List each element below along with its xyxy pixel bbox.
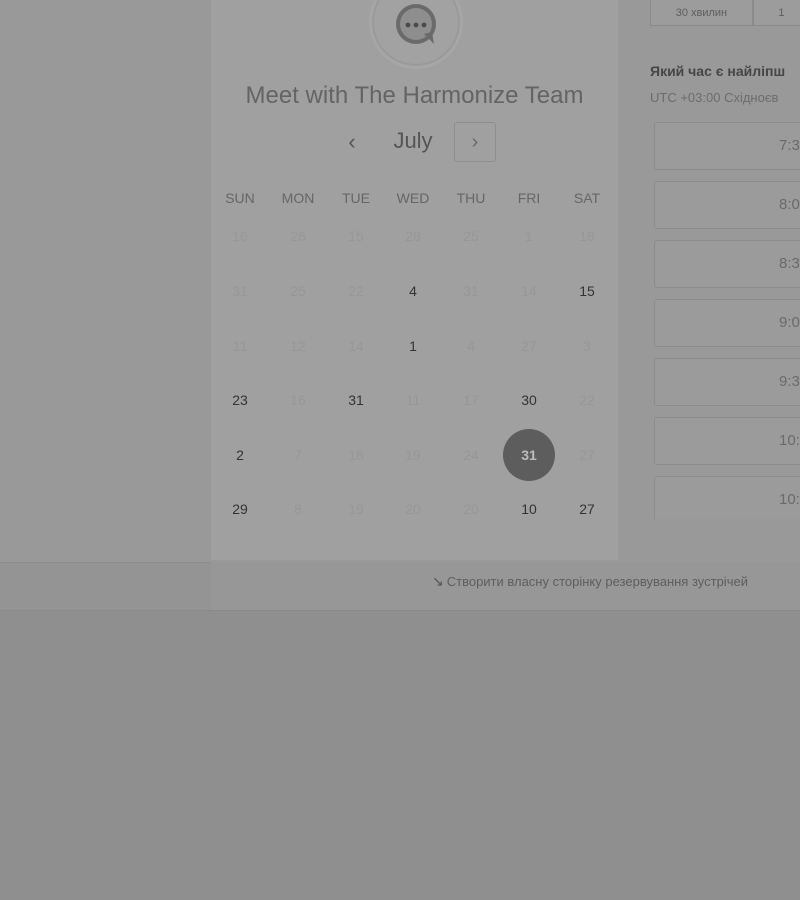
time-slot-label: 8:0	[779, 196, 800, 213]
timezone-selector[interactable]: UTC +03:00 Східноєв	[650, 90, 778, 105]
tab-duration-2[interactable]: 1	[752, 0, 800, 26]
time-slot-button[interactable]: 8:3	[654, 240, 800, 288]
available-day[interactable]: 1	[384, 331, 442, 361]
unavailable-day: 3	[583, 338, 591, 354]
unavailable-day: 4	[467, 338, 475, 354]
time-slot-button[interactable]: 8:0	[654, 181, 800, 229]
time-slot-button[interactable]: 7:3	[654, 122, 800, 170]
unavailable-day: 26	[290, 228, 306, 244]
unavailable-day: 15	[348, 228, 364, 244]
weekday-label: SUN	[225, 190, 255, 206]
available-day[interactable]: 27	[558, 494, 616, 524]
unavailable-day: 22	[579, 392, 595, 408]
time-slot-label: 9:0	[779, 314, 800, 331]
unavailable-day: 7	[294, 447, 302, 463]
time-slot-label: 10:	[779, 491, 800, 508]
unavailable-day: 11	[405, 392, 421, 408]
unavailable-day: 25	[463, 228, 479, 244]
available-day[interactable]: 29	[211, 494, 269, 524]
unavailable-day: 8	[294, 501, 302, 517]
unavailable-day: 17	[463, 392, 479, 408]
calendar-week-row: 16 26 15 28 25 1 18	[211, 221, 618, 251]
unavailable-day: 18	[348, 447, 364, 463]
time-slot-label: 9:3	[779, 373, 800, 390]
weekday-label: TUE	[342, 190, 370, 206]
unavailable-day: 20	[463, 501, 479, 517]
available-day[interactable]: 10	[500, 494, 558, 524]
time-slot-label: 10:	[779, 432, 800, 449]
calendar-week-row: 2 7 18 19 24 31 27	[211, 429, 618, 481]
footer-link-text: Створити власну сторінку резервування зу…	[446, 574, 748, 589]
unavailable-day: 19	[348, 501, 364, 517]
unavailable-day: 31	[463, 283, 479, 299]
calendar-week-row: 11 12 14 1 4 27 3	[211, 331, 618, 361]
time-question-heading: Який час є найліпш	[650, 63, 786, 79]
time-slot-button[interactable]: 9:3	[654, 358, 800, 406]
calendar-week-row: 29 8 19 20 20 10 27	[211, 494, 618, 524]
chat-bubble-icon	[396, 4, 436, 44]
unavailable-day: 27	[579, 447, 595, 463]
month-label: July	[393, 128, 433, 153]
available-day[interactable]: 31	[327, 385, 385, 415]
weekday-label: MON	[281, 190, 315, 206]
calendar-week-row: 23 16 31 11 17 30 22	[211, 385, 618, 415]
chevron-right-icon: ›	[471, 130, 479, 153]
unavailable-day: 25	[290, 283, 306, 299]
calendar-week-row: 31 25 22 4 31 14 15	[211, 276, 618, 306]
tab-30-minutes[interactable]: 30 хвилин	[650, 0, 753, 26]
unavailable-day: 28	[405, 228, 421, 244]
time-slot-button[interactable]: 10:	[654, 417, 800, 465]
unavailable-day: 16	[232, 228, 248, 244]
chevron-left-icon: ‹	[348, 129, 356, 154]
unavailable-day: 12	[290, 338, 306, 354]
available-day[interactable]: 23	[211, 385, 269, 415]
unavailable-day: 18	[579, 228, 595, 244]
weekday-header-row: SUN MON TUE WED THU FRI SAT	[211, 190, 618, 220]
next-month-button[interactable]: ›	[454, 122, 496, 162]
arrow-icon: ↘	[432, 573, 444, 589]
selected-day[interactable]: 31	[503, 429, 555, 481]
unavailable-day: 24	[463, 447, 479, 463]
time-slot-list[interactable]: 7:3 8:0 8:3 9:0 9:3 10: 10:	[654, 122, 800, 519]
available-day[interactable]: 4	[384, 276, 442, 306]
unavailable-day: 14	[348, 338, 364, 354]
create-booking-page-link[interactable]: ↘ Створити власну сторінку резервування …	[432, 573, 748, 590]
unavailable-day: 11	[232, 338, 248, 354]
weekday-label: WED	[396, 190, 430, 206]
weekday-label: FRI	[517, 190, 541, 206]
unavailable-day: 14	[521, 283, 537, 299]
page-title: Meet with The Harmonize Team	[245, 82, 584, 109]
unavailable-day: 16	[290, 392, 306, 408]
time-slot-button[interactable]: 10:	[654, 476, 800, 519]
unavailable-day: 20	[405, 501, 421, 517]
unavailable-day: 22	[348, 283, 364, 299]
duration-tabs: 30 хвилин 1	[650, 0, 800, 28]
unavailable-day: 19	[405, 447, 421, 463]
unavailable-day: 31	[232, 283, 248, 299]
available-day[interactable]: 15	[558, 276, 616, 306]
time-slot-label: 8:3	[779, 255, 800, 272]
booking-page: Meet with The Harmonize Team ‹ July › SU…	[0, 0, 800, 900]
weekday-label: THU	[456, 190, 486, 206]
weekday-label: SAT	[573, 190, 601, 206]
unavailable-day: 1	[525, 228, 533, 244]
available-day[interactable]: 2	[211, 440, 269, 470]
time-slot-label: 7:3	[779, 137, 800, 154]
unavailable-day: 27	[521, 338, 537, 354]
available-day[interactable]: 30	[500, 385, 558, 415]
previous-month-button[interactable]: ‹	[336, 126, 368, 158]
time-slot-button[interactable]: 9:0	[654, 299, 800, 347]
